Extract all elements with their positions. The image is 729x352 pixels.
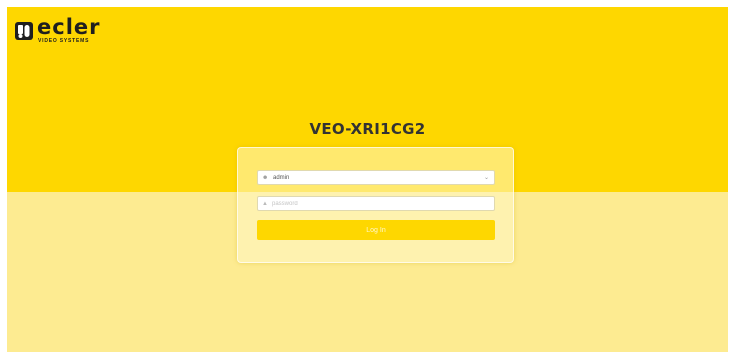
user-select-value: admin xyxy=(273,174,290,181)
password-input[interactable] xyxy=(272,200,472,207)
ecler-logo: ecler VIDEO SYSTEMS xyxy=(15,17,101,44)
login-card: ☻ admin ⌄ ▲ Log In xyxy=(237,147,514,263)
brand-name: ecler xyxy=(37,15,101,39)
user-select[interactable]: ☻ admin ⌄ xyxy=(257,170,495,185)
chevron-down-icon[interactable]: ⌄ xyxy=(484,174,489,181)
login-button[interactable]: Log In xyxy=(257,220,495,240)
device-title: VEO-XRI1CG2 xyxy=(309,120,426,138)
login-page: ecler VIDEO SYSTEMS VEO-XRI1CG2 ☻ admin … xyxy=(7,7,728,352)
password-field[interactable]: ▲ xyxy=(257,196,495,211)
ecler-logo-icon xyxy=(15,21,33,40)
user-icon: ☻ xyxy=(262,174,269,181)
brand-subtitle: VIDEO SYSTEMS xyxy=(38,38,90,44)
lock-icon: ▲ xyxy=(262,200,268,207)
